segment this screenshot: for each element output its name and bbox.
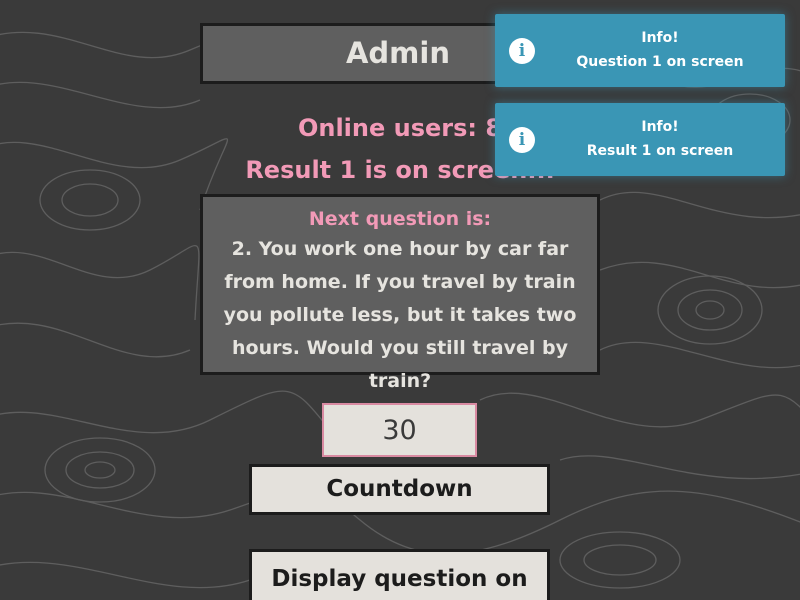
notification-message: Question 1 on screen [576,54,744,70]
next-question-text: 2. You work one hour by car far from hom… [223,238,577,392]
notification-message: Result 1 on screen [586,143,734,159]
next-question-heading: Next question is: [308,208,492,230]
info-icon: i [509,127,535,153]
info-icon: i [509,38,535,64]
notification-toast[interactable]: i Info! Result 1 on screen [495,103,785,176]
notification-title: Info! [641,119,679,135]
notification-toast[interactable]: i Info! Question 1 on screen [495,14,785,87]
notification-title: Info! [641,30,679,46]
countdown-input[interactable] [322,403,477,457]
display-question-button[interactable]: Display question on [249,549,550,600]
next-question-panel: Next question is: 2. You work one hour b… [200,194,600,392]
countdown-button[interactable]: Countdown [249,464,550,515]
